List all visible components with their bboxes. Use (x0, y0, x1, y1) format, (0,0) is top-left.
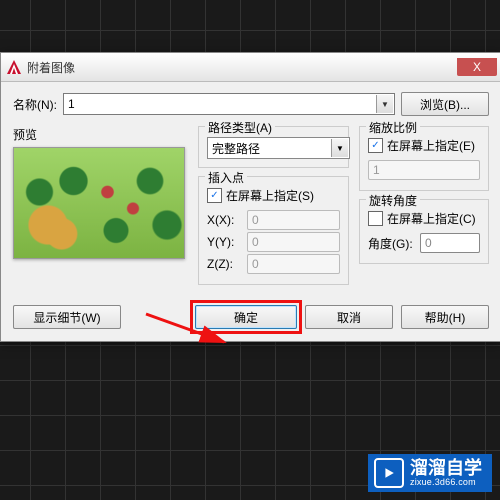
watermark-url: zixue.3d66.com (410, 477, 482, 487)
dialog-content: 名称(N): 1 ▼ 浏览(B)... 预览 路径类型(A) 完整路径 (1, 82, 500, 341)
rotation-spec-checkbox[interactable] (368, 211, 383, 226)
y-input[interactable]: 0 (247, 232, 340, 252)
ok-label: 确定 (234, 309, 258, 326)
rotation-group: 旋转角度 在屏幕上指定(C) 角度(G): 0 (359, 199, 489, 264)
cancel-button[interactable]: 取消 (305, 305, 393, 329)
play-icon (374, 458, 404, 488)
insert-spec-checkbox[interactable]: ✓ (207, 188, 222, 203)
insert-point-legend: 插入点 (205, 169, 247, 186)
chevron-down-icon: ▼ (331, 139, 348, 157)
insert-point-group: 插入点 ✓ 在屏幕上指定(S) X(X): 0 Y(Y): 0 Z(Z): (198, 176, 349, 285)
autocad-app-icon (5, 58, 23, 76)
rotation-legend: 旋转角度 (366, 192, 420, 209)
ok-button[interactable]: 确定 (195, 305, 297, 329)
chevron-down-icon: ▼ (376, 95, 393, 113)
cancel-label: 取消 (337, 309, 361, 326)
scale-legend: 缩放比例 (366, 119, 420, 136)
path-type-value: 完整路径 (212, 140, 260, 157)
preview-image (13, 147, 185, 259)
watermark: 溜溜自学 zixue.3d66.com (368, 454, 492, 492)
close-button[interactable]: X (457, 58, 497, 76)
path-type-legend: 路径类型(A) (205, 119, 275, 136)
scale-input[interactable]: 1 (368, 160, 480, 180)
dialog-title: 附着图像 (27, 59, 457, 76)
z-input[interactable]: 0 (247, 254, 340, 274)
preview-label: 预览 (13, 126, 188, 143)
z-label: Z(Z): (207, 257, 243, 271)
scale-spec-checkbox[interactable]: ✓ (368, 138, 383, 153)
angle-input[interactable]: 0 (420, 233, 480, 253)
help-button[interactable]: 帮助(H) (401, 305, 489, 329)
scale-spec-label: 在屏幕上指定(E) (387, 137, 475, 154)
angle-label: 角度(G): (368, 235, 416, 252)
ok-highlight: 确定 (195, 305, 297, 329)
show-details-button[interactable]: 显示细节(W) (13, 305, 121, 329)
y-label: Y(Y): (207, 235, 243, 249)
help-label: 帮助(H) (425, 309, 466, 326)
insert-spec-label: 在屏幕上指定(S) (226, 187, 314, 204)
x-input[interactable]: 0 (247, 210, 340, 230)
rotation-spec-label: 在屏幕上指定(C) (387, 210, 476, 227)
name-label: 名称(N): (13, 96, 57, 113)
name-row: 名称(N): 1 ▼ 浏览(B)... (13, 92, 489, 116)
titlebar: 附着图像 X (1, 53, 500, 82)
name-combo[interactable]: 1 ▼ (63, 93, 395, 115)
watermark-brand: 溜溜自学 (410, 459, 482, 477)
browse-button[interactable]: 浏览(B)... (401, 92, 489, 116)
path-type-combo[interactable]: 完整路径 ▼ (207, 137, 350, 159)
name-combo-value: 1 (68, 97, 75, 111)
x-label: X(X): (207, 213, 243, 227)
show-details-label: 显示细节(W) (33, 309, 100, 326)
path-type-group: 路径类型(A) 完整路径 ▼ (198, 126, 349, 168)
attach-image-dialog: 附着图像 X 名称(N): 1 ▼ 浏览(B)... 预览 路径类型(A) (0, 52, 500, 342)
browse-button-label: 浏览(B)... (420, 96, 470, 113)
scale-group: 缩放比例 ✓ 在屏幕上指定(E) 1 (359, 126, 489, 191)
dialog-buttons: 显示细节(W) 确定 取消 帮助(H) (13, 305, 489, 329)
